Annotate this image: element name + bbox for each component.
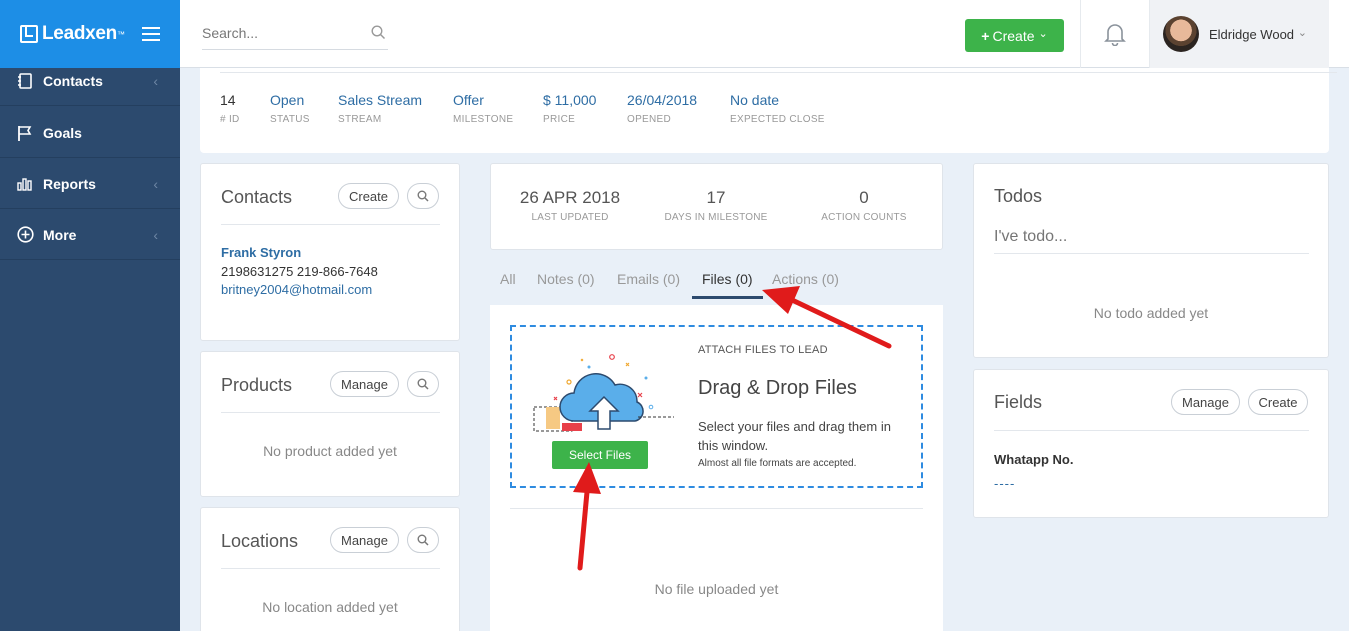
search-icon (417, 534, 429, 546)
sidebar-item-label: More (43, 226, 77, 243)
fields-create-button[interactable]: Create (1248, 389, 1308, 415)
tab-notes[interactable]: Notes (0) (537, 271, 595, 287)
search-box (202, 18, 388, 50)
milestone-summary-card: 26 APR 2018 LAST UPDATED 17 DAYS IN MILE… (490, 163, 943, 250)
todo-input[interactable] (994, 220, 1309, 254)
files-empty-message: No file uploaded yet (654, 581, 779, 597)
attach-files-heading: ATTACH FILES TO LEAD (698, 344, 828, 356)
sidebar-item-contacts[interactable]: Contacts ‹ (0, 56, 180, 106)
sidebar-item-label: Goals (43, 124, 82, 141)
lead-id: 14 # ID (220, 92, 240, 125)
sidebar-item-goals[interactable]: Goals (0, 108, 180, 158)
divider (221, 568, 440, 569)
cloud-upload-illustration (533, 354, 674, 432)
files-panel: Select Files ATTACH FILES TO LEAD Drag &… (490, 305, 943, 631)
sidebar: Leadxen ™ Contacts ‹ Goals Reports ‹ More… (0, 0, 180, 631)
divider (510, 508, 923, 509)
fields-manage-button[interactable]: Manage (1171, 389, 1240, 415)
field-label: Whatapp No. (994, 452, 1074, 467)
products-manage-button[interactable]: Manage (330, 371, 399, 397)
contact-phones: 2198631275 219-866-7648 (221, 264, 378, 279)
contacts-card: Contacts Create Frank Styron 2198631275 … (200, 163, 460, 341)
dropzone-note: Almost all file formats are accepted. (698, 458, 857, 469)
action-counts-stat: 0 ACTION COUNTS (821, 188, 907, 223)
tab-files[interactable]: Files (0) (702, 271, 753, 287)
lead-expected-close[interactable]: No date EXPECTED CLOSE (730, 92, 825, 125)
avatar (1163, 16, 1199, 52)
locations-card: Locations Manage No location added yet (200, 507, 460, 631)
address-book-icon (16, 72, 34, 90)
tab-actions[interactable]: Actions (0) (772, 271, 839, 287)
search-icon[interactable] (371, 25, 386, 45)
contact-email[interactable]: britney2004@hotmail.com (221, 282, 372, 297)
products-empty-message: No product added yet (263, 443, 397, 459)
active-tab-indicator (692, 296, 763, 299)
sidebar-item-label: Reports (43, 175, 96, 192)
todos-card: Todos No todo added yet (973, 163, 1329, 358)
caret-down-icon: ⌄ (1038, 28, 1048, 40)
chevron-left-icon: ‹ (153, 226, 158, 243)
bell-icon (1104, 24, 1126, 46)
chevron-left-icon: ‹ (153, 175, 158, 192)
hamburger-menu-icon[interactable] (142, 27, 160, 41)
search-input[interactable] (202, 18, 362, 48)
brand-tm: ™ (117, 29, 125, 39)
contact-name[interactable]: Frank Styron (221, 245, 301, 260)
bar-chart-icon (16, 175, 34, 193)
divider (221, 412, 440, 413)
flag-icon (16, 124, 34, 142)
dropzone-description: Select your files and drag them in this … (698, 419, 891, 453)
search-icon (417, 190, 429, 202)
card-title: Todos (994, 186, 1043, 206)
todos-empty-message: No todo added yet (1093, 305, 1209, 321)
days-in-milestone-stat: 17 DAYS IN MILESTONE (664, 188, 768, 223)
divider (220, 72, 1337, 73)
tab-emails[interactable]: Emails (0) (617, 271, 680, 287)
divider (994, 430, 1309, 431)
contacts-search-button[interactable] (407, 183, 439, 209)
tab-all[interactable]: All (500, 271, 516, 287)
lead-opened[interactable]: 26/04/2018 OPENED (627, 92, 697, 125)
search-icon (417, 378, 429, 390)
card-title: Contacts (221, 187, 293, 207)
products-search-button[interactable] (407, 371, 439, 397)
top-bar: + Create ⌄ Eldridge Wood ⌄ (180, 0, 1349, 68)
contacts-create-button[interactable]: Create (338, 183, 399, 209)
lead-summary-bar: 14 # ID Open STATUS Sales Stream STREAM … (200, 68, 1337, 153)
sidebar-item-reports[interactable]: Reports ‹ (0, 159, 180, 209)
sidebar-item-label: Contacts (43, 72, 103, 89)
last-updated-stat: 26 APR 2018 LAST UPDATED (519, 188, 621, 223)
locations-empty-message: No location added yet (262, 599, 398, 615)
products-card: Products Manage No product added yet (200, 351, 460, 497)
fields-card: Fields Manage Create Whatapp No. ---- (973, 369, 1329, 518)
dropzone-title: Drag & Drop Files (698, 377, 857, 399)
notifications-button[interactable] (1080, 0, 1150, 68)
create-label: Create (992, 27, 1035, 44)
brand-name[interactable]: Leadxen (42, 23, 117, 45)
lead-stream[interactable]: Sales Stream STREAM (338, 92, 422, 125)
lead-status[interactable]: Open STATUS (270, 92, 310, 125)
user-name: Eldridge Wood (1209, 26, 1295, 42)
plus-circle-icon (16, 226, 34, 244)
field-value[interactable]: ---- (994, 476, 1015, 491)
divider (221, 224, 440, 225)
card-title: Fields (994, 392, 1043, 412)
chevron-down-icon: ⌄ (1297, 27, 1307, 39)
locations-search-button[interactable] (407, 527, 439, 553)
logo-icon (20, 25, 38, 43)
file-dropzone[interactable]: Select Files ATTACH FILES TO LEAD Drag &… (510, 325, 923, 488)
select-files-button[interactable]: Select Files (552, 441, 648, 469)
sidebar-item-more[interactable]: More ‹ (0, 210, 180, 260)
user-menu[interactable]: Eldridge Wood ⌄ (1150, 0, 1329, 68)
lead-milestone[interactable]: Offer MILESTONE (453, 92, 513, 125)
lead-price[interactable]: $ 11,000 PRICE (543, 92, 596, 125)
card-title: Locations (221, 531, 299, 551)
create-button[interactable]: + Create ⌄ (965, 19, 1064, 52)
chevron-left-icon: ‹ (153, 72, 158, 89)
card-title: Products (221, 375, 293, 395)
plus-icon: + (981, 27, 990, 44)
locations-manage-button[interactable]: Manage (330, 527, 399, 553)
